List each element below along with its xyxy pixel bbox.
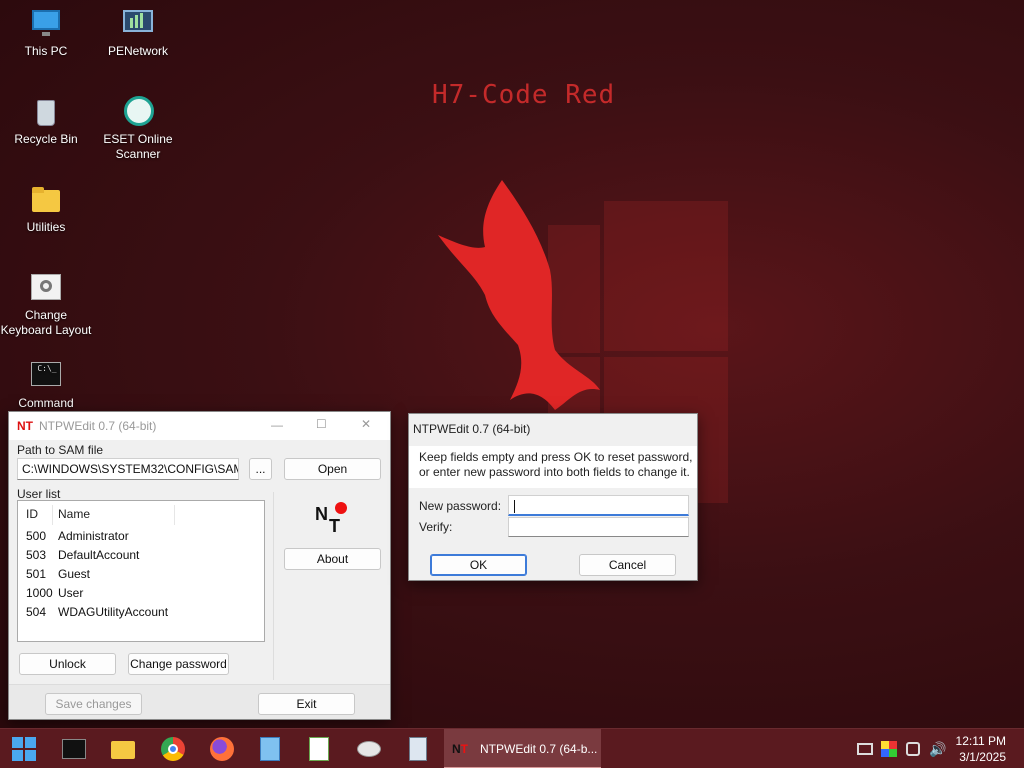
user-name: Guest <box>58 567 91 581</box>
minimize-button[interactable]: — <box>271 418 285 432</box>
desktop-icon-utilities[interactable]: Utilities <box>0 184 92 235</box>
dialog-title: NTPWEdit 0.7 (64-bit) <box>413 422 531 436</box>
user-id: 500 <box>26 529 47 543</box>
user-name: Administrator <box>58 529 129 543</box>
table-row[interactable]: 1000 User <box>18 584 258 603</box>
unlock-button[interactable]: Unlock <box>19 653 116 675</box>
desktop-icon-label: Command <box>18 396 74 410</box>
security-tray-icon[interactable] <box>906 741 922 757</box>
desktop-icon-label: This PC <box>24 44 68 58</box>
change-password-dialog: NTPWEdit 0.7 (64-bit) Keep fields empty … <box>408 413 698 581</box>
text-cursor <box>514 500 515 513</box>
user-id: 501 <box>26 567 47 581</box>
calculator-icon[interactable] <box>406 737 430 761</box>
taskbar: NT NTPWEdit 0.7 (64-b... 🔊 12:11 PM 3/1/… <box>0 728 1024 768</box>
ntpwedit-logo-icon: N T <box>315 502 351 538</box>
column-header-name[interactable]: Name <box>58 501 90 527</box>
dragon-wallpaper-icon <box>438 180 600 410</box>
dialog-titlebar[interactable]: NTPWEdit 0.7 (64-bit) <box>409 414 697 444</box>
taskbar-ntpwedit-button[interactable]: NT NTPWEdit 0.7 (64-b... <box>444 729 601 768</box>
user-list[interactable]: ID Name 500 Administrator 503 DefaultAcc… <box>17 500 265 642</box>
user-id: 503 <box>26 548 47 562</box>
user-list-label: User list <box>17 487 61 501</box>
desktop-icon-command[interactable]: C:\_ Command <box>0 360 92 411</box>
dialog-message-line2: or enter new password into both fields t… <box>419 465 690 479</box>
desktop-icon-label: PENetwork <box>107 44 169 58</box>
exit-button[interactable]: Exit <box>258 693 355 715</box>
folder-icon <box>30 184 62 216</box>
paint-icon[interactable] <box>357 737 381 761</box>
start-button-icon[interactable] <box>12 737 36 761</box>
desktop-icon-eset-scanner[interactable]: ESET Online Scanner <box>92 96 184 162</box>
dialog-message-line1: Keep fields empty and press OK to reset … <box>419 450 693 464</box>
monitor-icon <box>30 8 62 40</box>
main-window-title: NTPWEdit 0.7 (64-bit) <box>39 419 157 433</box>
network-icon <box>122 8 154 40</box>
file-explorer-icon[interactable] <box>111 737 135 761</box>
open-button[interactable]: Open <box>284 458 381 480</box>
desktop-icon-keyboard-layout[interactable]: Change Keyboard Layout <box>0 272 92 338</box>
volume-icon[interactable]: 🔊 <box>929 741 946 757</box>
user-name: User <box>58 586 84 600</box>
browse-button[interactable]: ... <box>249 458 272 480</box>
sam-path-field[interactable]: C:\WINDOWS\SYSTEM32\CONFIG\SAM <box>17 458 239 480</box>
table-row[interactable]: 504 WDAGUtilityAccount <box>18 603 258 622</box>
command-prompt-icon: C:\_ <box>30 360 62 392</box>
eset-scanner-icon <box>122 96 154 128</box>
ntpwedit-main-window: NT NTPWEdit 0.7 (64-bit) — ☐ ✕ Path to S… <box>8 411 391 720</box>
clock-date: 3/1/2025 <box>959 750 1006 764</box>
recycle-bin-icon <box>30 96 62 128</box>
divider <box>273 492 274 680</box>
notepad-icon[interactable] <box>258 737 282 761</box>
new-password-label: New password: <box>419 499 502 513</box>
desktop-icon-label: Recycle Bin <box>14 132 78 146</box>
editor-icon[interactable] <box>307 737 331 761</box>
table-row[interactable]: 503 DefaultAccount <box>18 546 258 565</box>
desktop-icon-label: ESET Online Scanner <box>103 132 173 161</box>
desktop-icon-this-pc[interactable]: This PC <box>0 8 92 59</box>
firefox-icon[interactable] <box>210 737 234 761</box>
ntpwedit-taskbar-icon: NT <box>452 742 469 756</box>
user-name: DefaultAccount <box>58 548 140 562</box>
ok-button[interactable]: OK <box>430 554 527 576</box>
taskbar-ntpwedit-label: NTPWEdit 0.7 (64-b... <box>480 742 598 756</box>
column-header-id[interactable]: ID <box>26 501 38 527</box>
clock[interactable]: 12:11 PM 3/1/2025 <box>956 733 1006 765</box>
change-password-button[interactable]: Change password <box>128 653 229 675</box>
network-tray-icon[interactable] <box>857 741 873 757</box>
close-button[interactable]: ✕ <box>361 417 375 431</box>
verify-label: Verify: <box>419 520 453 534</box>
maximize-button[interactable]: ☐ <box>316 417 330 431</box>
sam-path-label: Path to SAM file <box>17 443 104 457</box>
desktop-icon-penetwork[interactable]: PENetwork <box>92 8 184 59</box>
about-button[interactable]: About <box>284 548 381 570</box>
chrome-icon[interactable] <box>161 737 185 761</box>
user-name: WDAGUtilityAccount <box>58 605 169 619</box>
wallpaper-title: H7-Code Red <box>432 80 616 110</box>
new-password-field[interactable] <box>508 495 689 516</box>
table-row[interactable]: 500 Administrator <box>18 527 258 546</box>
settings-app-icon <box>30 272 62 304</box>
user-id: 1000 <box>26 586 53 600</box>
ntpwedit-app-icon: NT <box>17 419 33 433</box>
verify-field[interactable] <box>508 517 689 537</box>
save-changes-button[interactable]: Save changes <box>45 693 142 715</box>
main-titlebar[interactable]: NT NTPWEdit 0.7 (64-bit) — ☐ ✕ <box>9 412 390 440</box>
desktop-icon-label: Utilities <box>26 220 66 234</box>
dialog-message-area: Keep fields empty and press OK to reset … <box>409 446 697 488</box>
user-id: 504 <box>26 605 47 619</box>
display-tray-icon[interactable] <box>881 741 897 757</box>
clock-time: 12:11 PM <box>955 734 1006 748</box>
cancel-button[interactable]: Cancel <box>579 554 676 576</box>
command-prompt-taskbar-icon[interactable] <box>62 737 86 761</box>
desktop-icon-label: Change Keyboard Layout <box>0 308 92 337</box>
desktop-icon-recycle-bin[interactable]: Recycle Bin <box>0 96 92 147</box>
table-row[interactable]: 501 Guest <box>18 565 258 584</box>
